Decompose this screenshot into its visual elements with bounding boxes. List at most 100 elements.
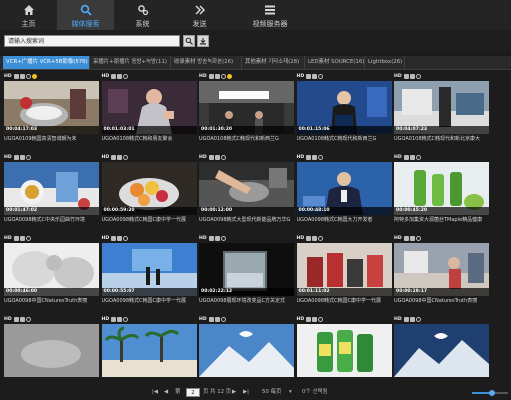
media-card[interactable]: HD: [394, 315, 489, 385]
page-number-input[interactable]: 2: [186, 388, 200, 397]
nav-video-server[interactable]: 视频服务器: [228, 0, 312, 30]
tab-broadcast[interactable]: 采播片+原播片 동방+녹방(11): [90, 56, 171, 69]
media-card[interactable]: HD 00:00:48:10 UGOA0098韩式C韩国大力开发者: [296, 153, 392, 234]
media-card[interactable]: HD 00:00:46:00 UGOA0098中国CNaturesTruth表丽: [4, 234, 99, 315]
select-radio-icon[interactable]: [415, 236, 421, 241]
select-radio-icon[interactable]: [123, 236, 129, 241]
edit-icon[interactable]: [117, 317, 123, 322]
media-card[interactable]: HD 00:00:12:00 UGOA0098韩式大型现代新能品牌万华G: [199, 153, 294, 234]
video-thumbnail[interactable]: 00:00:55:07: [101, 243, 197, 296]
video-thumbnail[interactable]: 00:01:11:02: [296, 243, 392, 296]
edit-icon[interactable]: [214, 74, 220, 79]
edit-icon[interactable]: [117, 155, 123, 160]
media-card[interactable]: HD 00:00:59:20 UGOA0098韩式C韩国C康中学一代展: [101, 153, 197, 234]
nav-home[interactable]: 主页: [0, 0, 57, 30]
select-radio-icon[interactable]: [25, 74, 31, 79]
video-thumbnail[interactable]: 00:00:12:00: [199, 162, 294, 215]
video-thumbnail[interactable]: [4, 324, 99, 377]
next-page-icon[interactable]: ▶: [232, 389, 236, 396]
tag-icon[interactable]: [403, 74, 409, 79]
select-radio-icon[interactable]: [318, 74, 324, 79]
media-card[interactable]: HD 00:00:45:20 阿特多加集资大源菌丝TMaple精品健康: [394, 153, 489, 234]
tag-icon[interactable]: [111, 74, 117, 79]
tag-icon[interactable]: [208, 317, 214, 322]
video-thumbnail[interactable]: 00:00:45:20: [394, 162, 489, 215]
edit-icon[interactable]: [214, 155, 220, 160]
tag-icon[interactable]: [111, 155, 117, 160]
select-radio-icon[interactable]: [123, 317, 129, 322]
video-thumbnail[interactable]: [394, 324, 489, 377]
edit-icon[interactable]: [312, 317, 318, 322]
tag-icon[interactable]: [13, 236, 19, 241]
media-card[interactable]: HD 00:01:30:20 UGOA0108韩式C韩现代和新西兰G: [199, 72, 294, 153]
edit-icon[interactable]: [214, 317, 220, 322]
nav-send[interactable]: 发送: [171, 0, 228, 30]
per-page-select[interactable]: 50 每页: [262, 389, 281, 396]
slider-handle[interactable]: [488, 390, 495, 396]
tag-icon[interactable]: [403, 236, 409, 241]
tag-icon[interactable]: [13, 74, 19, 79]
download-button[interactable]: [197, 35, 209, 47]
video-thumbnail[interactable]: 00:02:22:12: [199, 243, 294, 296]
video-thumbnail[interactable]: 00:04:17:03: [4, 81, 99, 134]
media-card[interactable]: HD 00:04:07:23 UGOA0108韩式C韩现代和新北京康大: [394, 72, 489, 153]
select-radio-icon[interactable]: [220, 317, 226, 322]
tab-recorded[interactable]: 收录素材 방송녹화본(26): [171, 56, 242, 69]
video-thumbnail[interactable]: [101, 324, 197, 377]
video-thumbnail[interactable]: 00:00:48:10: [296, 162, 392, 215]
tag-icon[interactable]: [111, 317, 117, 322]
edit-icon[interactable]: [409, 236, 415, 241]
select-radio-icon[interactable]: [220, 74, 226, 79]
edit-icon[interactable]: [214, 236, 220, 241]
video-thumbnail[interactable]: 00:01:47:02: [4, 162, 99, 215]
edit-icon[interactable]: [312, 155, 318, 160]
select-radio-icon[interactable]: [220, 236, 226, 241]
select-radio-icon[interactable]: [25, 236, 31, 241]
edit-icon[interactable]: [312, 236, 318, 241]
tab-other[interactable]: 其他素材 기타소재(28): [242, 56, 305, 69]
edit-icon[interactable]: [312, 74, 318, 79]
thumbnail-size-slider[interactable]: [472, 390, 508, 396]
edit-icon[interactable]: [409, 155, 415, 160]
tab-lightbox[interactable]: Lightbox(26): [365, 56, 405, 69]
video-thumbnail[interactable]: 00:00:46:00: [4, 243, 99, 296]
tag-icon[interactable]: [306, 317, 312, 322]
media-card[interactable]: HD 00:01:15:06 UGOA0108韩式C韩现代和新西兰G: [296, 72, 392, 153]
video-thumbnail[interactable]: 00:01:30:20: [199, 81, 294, 134]
prev-page-icon[interactable]: ◀: [164, 389, 168, 396]
video-thumbnail[interactable]: 00:01:15:06: [296, 81, 392, 134]
select-radio-icon[interactable]: [220, 155, 226, 160]
video-thumbnail[interactable]: 00:01:03:01: [101, 81, 197, 134]
edit-icon[interactable]: [19, 74, 25, 79]
tag-icon[interactable]: [403, 155, 409, 160]
edit-icon[interactable]: [19, 317, 25, 322]
media-card[interactable]: HD 00:00:19:17 UGOA0098中国CNaturesTruth表丽: [394, 234, 489, 315]
tag-icon[interactable]: [208, 236, 214, 241]
tag-icon[interactable]: [403, 317, 409, 322]
select-radio-icon[interactable]: [318, 317, 324, 322]
edit-icon[interactable]: [19, 155, 25, 160]
media-card[interactable]: HD: [101, 315, 197, 385]
video-thumbnail[interactable]: 00:04:07:23: [394, 81, 489, 134]
media-card[interactable]: HD: [199, 315, 294, 385]
select-radio-icon[interactable]: [415, 155, 421, 160]
media-card[interactable]: HD: [296, 315, 392, 385]
video-thumbnail[interactable]: [199, 324, 294, 377]
media-card[interactable]: HD 00:01:03:01 UGOA0108韩式C韩和朋友聚会: [101, 72, 197, 153]
tag-icon[interactable]: [111, 236, 117, 241]
select-radio-icon[interactable]: [415, 74, 421, 79]
tag-icon[interactable]: [13, 155, 19, 160]
media-card[interactable]: HD: [4, 315, 99, 385]
tag-icon[interactable]: [306, 236, 312, 241]
tag-icon[interactable]: [13, 317, 19, 322]
search-button[interactable]: [183, 35, 195, 47]
select-radio-icon[interactable]: [123, 155, 129, 160]
per-page-chevron-icon[interactable]: ▾: [289, 389, 292, 396]
select-radio-icon[interactable]: [25, 317, 31, 322]
tag-icon[interactable]: [306, 155, 312, 160]
media-card[interactable]: HD 00:02:22:12 UGOA0098展现环境改变品C方关定式: [199, 234, 294, 315]
nav-media-search[interactable]: 媒体搜索: [57, 0, 114, 30]
media-card[interactable]: HD 00:00:55:07 UGOA0098韩式C韩国C康中学一代展: [101, 234, 197, 315]
select-radio-icon[interactable]: [415, 317, 421, 322]
video-thumbnail[interactable]: [296, 324, 392, 377]
